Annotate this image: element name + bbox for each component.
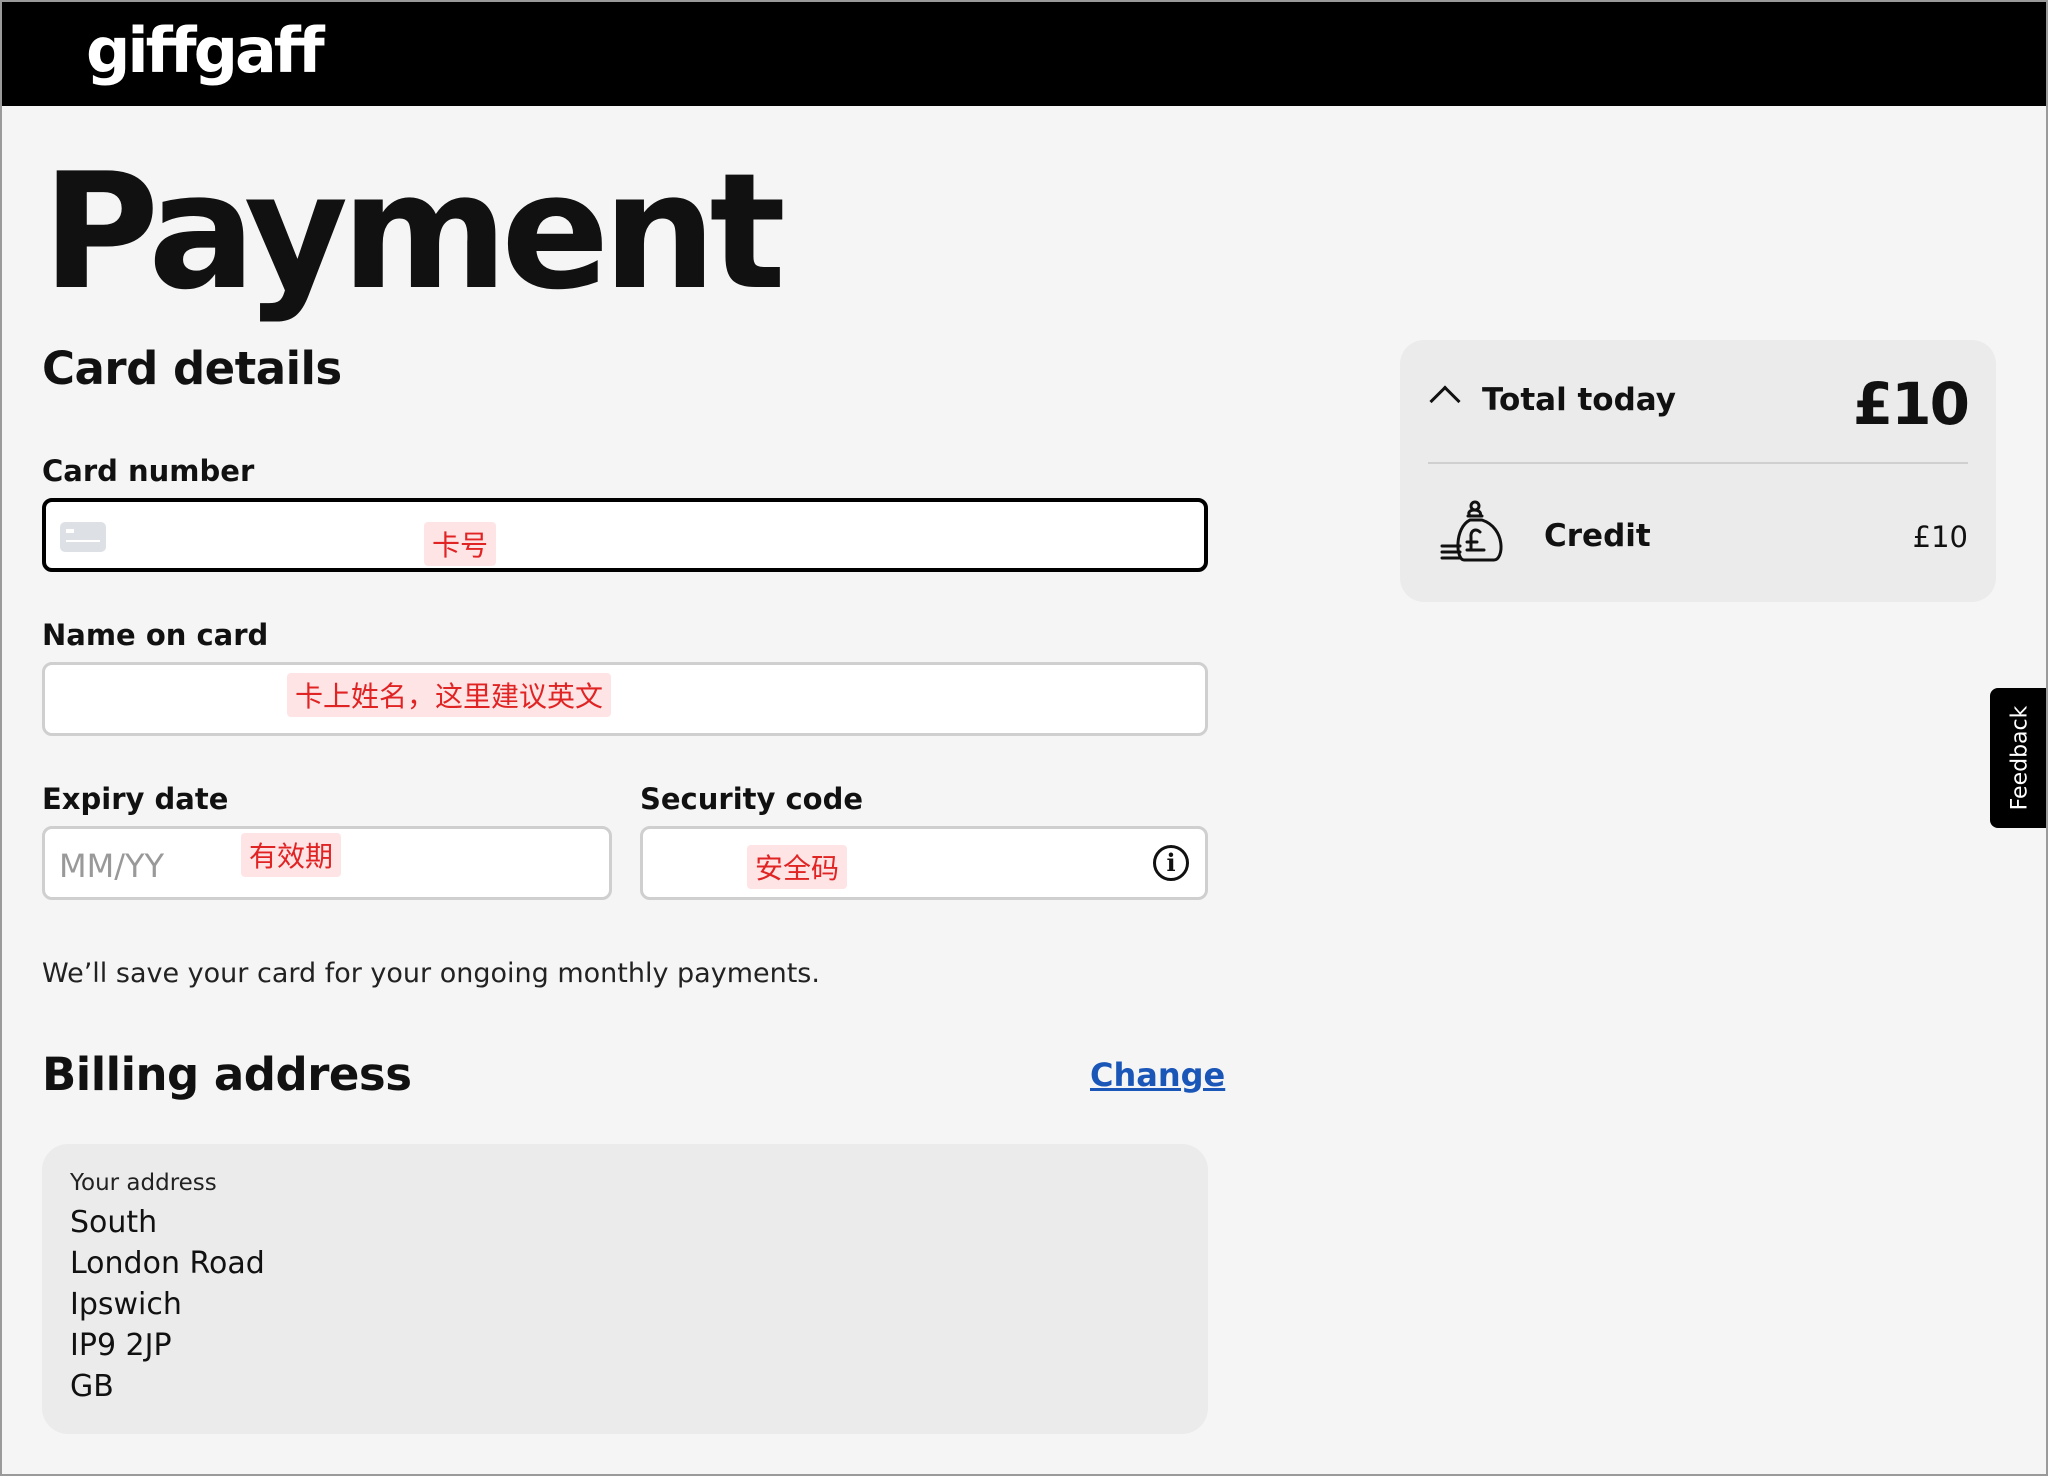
name-on-card-label: Name on card: [42, 618, 269, 652]
expiry-annotation: 有效期: [241, 833, 342, 877]
address-line: IP9 2JP: [70, 1328, 172, 1363]
money-bag-icon: [1440, 500, 1503, 562]
feedback-label: Feedback: [2007, 705, 2033, 811]
address-line: GB: [70, 1369, 114, 1404]
total-today-value: £10: [1852, 370, 1970, 438]
total-today-label[interactable]: Total today: [1482, 382, 1676, 418]
billing-address-box: Your address South London Road Ipswich I…: [42, 1144, 1208, 1434]
credit-label: Credit: [1544, 518, 1651, 554]
expiry-date-label: Expiry date: [42, 782, 229, 816]
order-summary-panel: Total today £10 Credit £10: [1400, 340, 1996, 602]
security-code-input[interactable]: 安全码 i: [640, 826, 1208, 900]
card-details-heading: Card details: [42, 342, 342, 395]
chevron-up-icon[interactable]: [1429, 385, 1461, 417]
credit-value: £10: [1912, 520, 1968, 554]
name-on-card-input[interactable]: 卡上姓名，这里建议英文: [42, 662, 1208, 736]
billing-address-heading: Billing address: [42, 1048, 412, 1101]
address-label: Your address: [70, 1170, 217, 1196]
card-number-label: Card number: [42, 454, 255, 488]
card-number-annotation: 卡号: [424, 522, 497, 566]
name-on-card-annotation: 卡上姓名，这里建议英文: [287, 673, 612, 717]
expiry-placeholder: MM/YY: [59, 847, 165, 885]
info-icon[interactable]: i: [1153, 845, 1189, 881]
security-code-label: Security code: [640, 782, 864, 816]
card-number-input[interactable]: 卡号: [42, 498, 1208, 572]
expiry-date-input[interactable]: MM/YY 有效期: [42, 826, 612, 900]
top-bar: giffgaff: [2, 2, 2046, 106]
address-line: London Road: [70, 1246, 265, 1281]
card-icon: [60, 522, 106, 552]
summary-divider: [1428, 462, 1968, 464]
feedback-tab[interactable]: Feedback: [1990, 688, 2046, 828]
address-line: Ipswich: [70, 1287, 182, 1322]
giffgaff-logo[interactable]: giffgaff: [86, 14, 325, 87]
app-frame: giffgaff Payment Card details Card numbe…: [0, 0, 2048, 1476]
page-title: Payment: [42, 138, 786, 325]
change-address-link[interactable]: Change: [1090, 1056, 1225, 1094]
security-code-annotation: 安全码: [747, 845, 848, 889]
save-card-note: We’ll save your card for your ongoing mo…: [42, 958, 820, 989]
address-line: South: [70, 1205, 158, 1240]
